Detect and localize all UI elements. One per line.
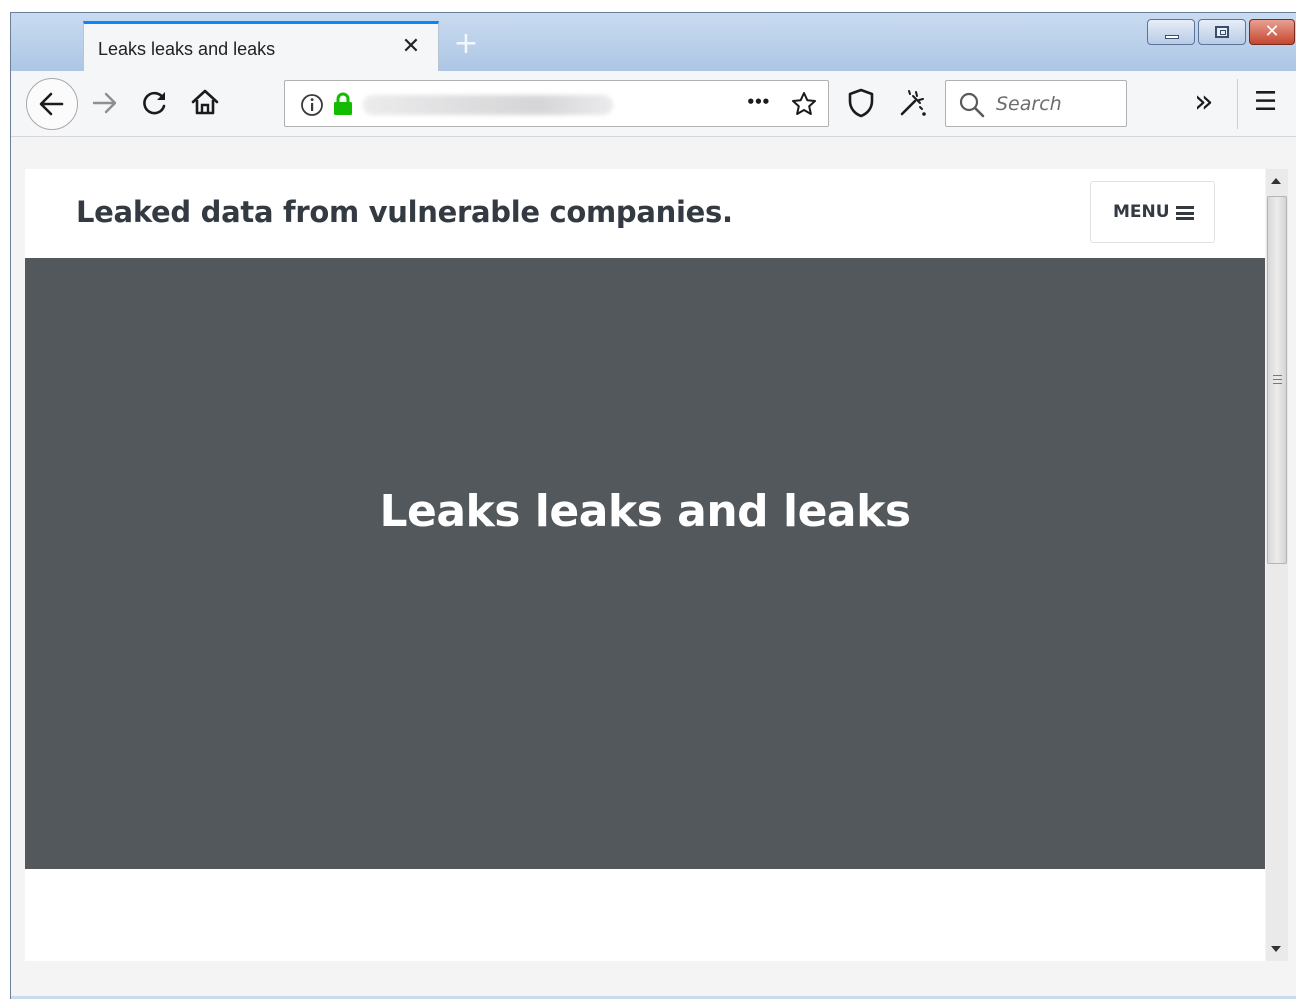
bookmark-star-icon[interactable] — [790, 90, 818, 118]
magic-wand-icon[interactable] — [897, 87, 929, 119]
search-icon — [959, 92, 985, 118]
maximize-icon — [1215, 26, 1229, 38]
hamburger-menu-icon[interactable]: ☰ — [1254, 86, 1277, 118]
reload-icon[interactable] — [139, 87, 171, 119]
minimize-button[interactable] — [1147, 19, 1195, 45]
new-tab-button[interactable]: + — [451, 29, 481, 59]
shield-icon[interactable] — [845, 87, 877, 119]
tab-title: Leaks leaks and leaks — [98, 39, 276, 59]
title-bar: Leaks leaks and leaks ✕ + ✕ — [11, 13, 1296, 73]
page-actions-icon[interactable]: ••• — [746, 93, 771, 111]
close-window-button[interactable]: ✕ — [1249, 19, 1295, 45]
arrow-left-icon — [39, 92, 64, 116]
arrow-right-icon[interactable] — [89, 87, 121, 119]
menu-icon — [1176, 206, 1194, 220]
overflow-menu-button[interactable]: » — [1194, 83, 1214, 119]
lock-icon[interactable] — [331, 91, 355, 117]
home-icon[interactable] — [189, 86, 221, 118]
scroll-down-arrow-icon[interactable] — [1271, 946, 1281, 952]
url-bar[interactable]: ••• — [284, 80, 829, 127]
vertical-scrollbar[interactable] — [1266, 169, 1288, 961]
navigation-toolbar: ••• Search » ☰ — [11, 71, 1296, 137]
url-text[interactable] — [363, 95, 613, 115]
tab-close-icon[interactable]: ✕ — [398, 34, 424, 60]
minimize-icon — [1165, 35, 1179, 39]
hero-banner: Leaks leaks and leaks — [25, 258, 1265, 869]
back-button[interactable] — [26, 78, 78, 130]
window-controls: ✕ — [1147, 19, 1295, 45]
tab-leaks[interactable]: Leaks leaks and leaks ✕ — [83, 21, 439, 73]
scroll-grip-icon — [1273, 375, 1282, 384]
search-placeholder: Search — [996, 93, 1062, 115]
site-header-title[interactable]: Leaked data from vulnerable companies. — [76, 195, 733, 229]
toolbar-separator — [1237, 79, 1238, 129]
scroll-up-arrow-icon[interactable] — [1271, 178, 1281, 184]
scroll-thumb[interactable] — [1267, 196, 1287, 564]
web-page: Leaked data from vulnerable companies. M… — [25, 169, 1265, 961]
info-icon[interactable] — [299, 92, 325, 118]
hero-title: Leaks leaks and leaks — [379, 486, 911, 537]
search-input[interactable]: Search — [945, 80, 1127, 127]
menu-label: MENU — [1113, 202, 1170, 222]
maximize-button[interactable] — [1198, 19, 1246, 45]
close-icon: ✕ — [1264, 21, 1280, 42]
menu-button[interactable]: MENU — [1090, 181, 1215, 243]
